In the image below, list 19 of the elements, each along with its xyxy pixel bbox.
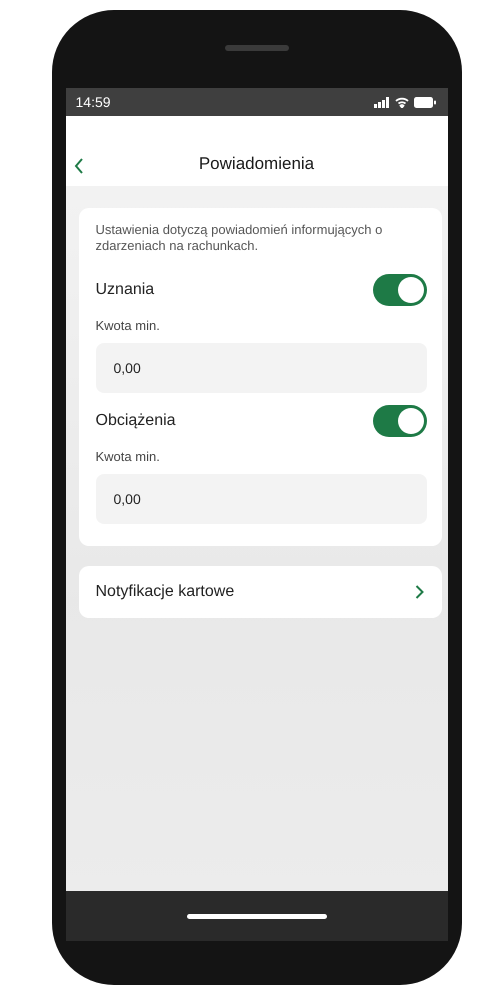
field-label: Kwota min.	[96, 449, 161, 464]
battery-icon	[414, 96, 436, 108]
chevron-right-icon	[414, 585, 424, 599]
setting-label: Uznania	[96, 281, 154, 299]
wifi-icon	[394, 96, 408, 108]
amount-field[interactable]: 0,00	[96, 474, 426, 524]
menu-row[interactable]: Notyfikacje kartowe	[78, 566, 442, 618]
back-button[interactable]	[74, 158, 84, 174]
signal-icon	[374, 96, 390, 108]
speaker-slot	[224, 45, 288, 51]
status-time: 14:59	[76, 94, 111, 110]
field-label: Kwota min.	[96, 318, 161, 333]
description-text: Ustawienia dotyczą powiadomień informujących o zdarzeniach na rachunkach.	[96, 222, 384, 254]
amount-field[interactable]: 0,00	[96, 343, 426, 393]
setting-label: Obciążenia	[96, 412, 176, 430]
toggle-switch[interactable]	[372, 405, 426, 437]
toggle-switch[interactable]	[372, 274, 426, 306]
page-title: Powiadomienia	[198, 154, 314, 174]
chevron-left-icon	[74, 158, 84, 174]
